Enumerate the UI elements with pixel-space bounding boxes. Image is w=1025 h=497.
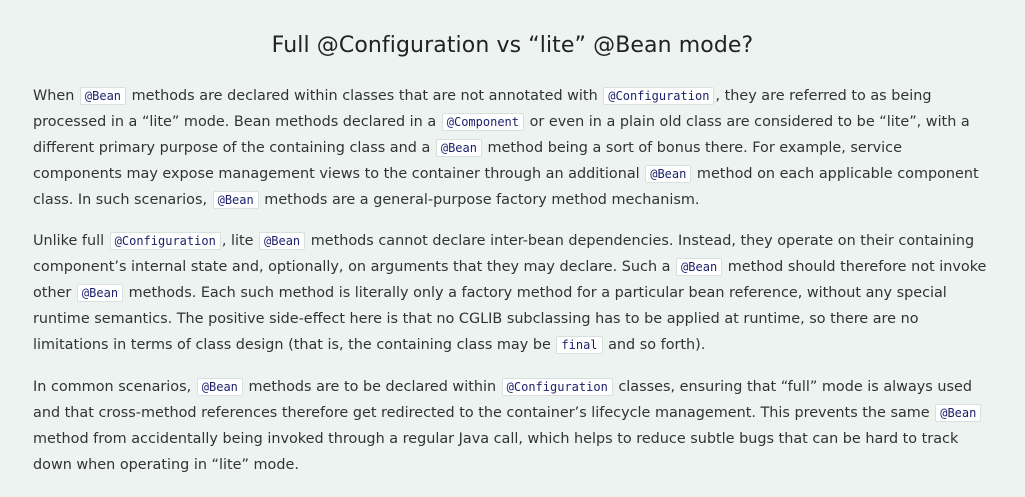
text-run: When xyxy=(33,88,79,104)
text-run: Unlike full xyxy=(33,233,109,249)
paragraph-lite-mode-limitations: Unlike full @Configuration, lite @Bean m… xyxy=(33,228,992,358)
section-title: Full @Configuration vs “lite” @Bean mode… xyxy=(271,33,754,58)
paragraph-lite-mode-intro: When @Bean methods are declared within c… xyxy=(33,83,992,213)
text-run: method from accidentally being invoked t… xyxy=(33,431,959,473)
inline-code: @Bean xyxy=(676,258,723,276)
text-run: In common scenarios, xyxy=(33,379,196,395)
inline-code: @Bean xyxy=(645,165,692,183)
inline-code: @Bean xyxy=(196,378,243,396)
documentation-page: Full @Configuration vs “lite” @Bean mode… xyxy=(0,0,1025,497)
inline-code: @Bean xyxy=(76,284,124,302)
inline-code: @Bean xyxy=(435,139,482,157)
inline-code: @Bean xyxy=(79,87,127,105)
text-run: , lite xyxy=(221,233,259,249)
text-run: methods. Each such method is literally o… xyxy=(33,285,947,353)
paragraph-full-mode-recommendation: In common scenarios, @Bean methods are t… xyxy=(33,374,992,478)
inline-code: @Bean xyxy=(212,191,259,209)
text-run: and so forth). xyxy=(603,337,706,353)
text-run: methods are declared within classes that… xyxy=(127,88,603,104)
inline-code: @Configuration xyxy=(603,87,715,105)
text-run: methods are a general-purpose factory me… xyxy=(259,192,700,208)
inline-code: @Component xyxy=(441,113,524,131)
inline-code: @Configuration xyxy=(501,378,613,396)
inline-code: final xyxy=(556,336,603,354)
inline-code: @Configuration xyxy=(109,232,221,250)
text-run: methods are to be declared within xyxy=(243,379,501,395)
inline-code: @Bean xyxy=(935,404,982,422)
inline-code: @Bean xyxy=(259,232,306,250)
